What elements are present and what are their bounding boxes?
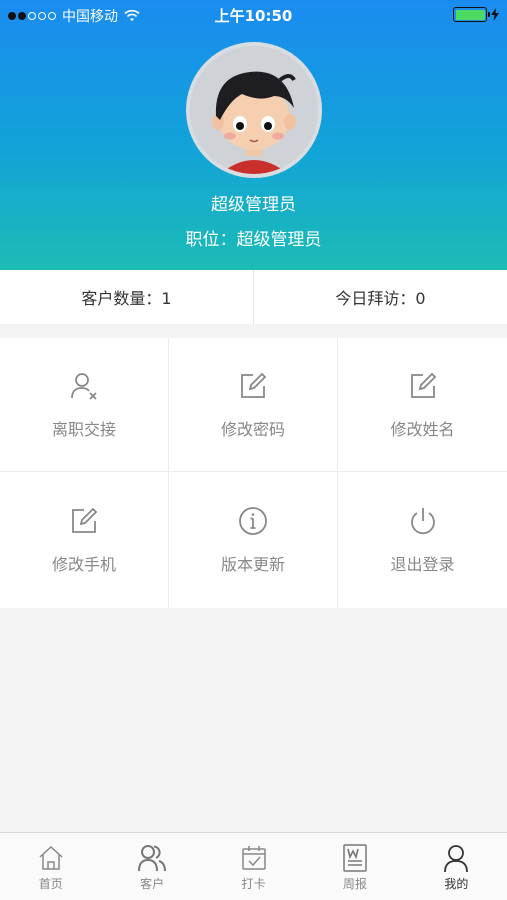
- user-remove-icon: [71, 372, 97, 400]
- edit-icon: [410, 372, 436, 398]
- weekly-report-icon: [343, 844, 367, 872]
- tab-label: 打卡: [241, 877, 266, 891]
- edit-icon: [72, 507, 98, 533]
- tab-label: 周报: [342, 877, 367, 891]
- status-bar: 中国移动 上午10:50: [0, 0, 507, 30]
- menu-label: 离职交接: [51, 419, 116, 439]
- tab-label: 我的: [444, 877, 469, 891]
- menu-label: 退出登录: [390, 555, 455, 574]
- tab-customers[interactable]: 客户: [101, 833, 202, 900]
- tab-label: 客户: [140, 877, 165, 891]
- cartoon-boy-avatar-icon: [190, 46, 318, 174]
- menu-label: 修改姓名: [390, 419, 455, 439]
- profile-header: 中国移动 上午10:50 超级管理员 职位：超级管理员: [0, 0, 507, 270]
- home-icon: [39, 845, 63, 870]
- avatar[interactable]: [186, 42, 322, 178]
- battery-icon: [453, 7, 490, 22]
- user-icon: [444, 845, 469, 873]
- charging-bolt-icon: [491, 8, 499, 21]
- info-icon: [239, 507, 267, 535]
- users-icon: [138, 845, 167, 872]
- tab-weekly-report[interactable]: 周报: [304, 833, 405, 900]
- user-name: 超级管理员: [211, 195, 296, 215]
- status-right: [453, 7, 499, 22]
- menu-change-password[interactable]: 修改密码: [169, 338, 338, 472]
- menu-resign-handover[interactable]: 离职交接: [0, 338, 169, 472]
- stats-bar: 客户数量：1 今日拜访：0: [0, 270, 507, 324]
- menu-change-phone[interactable]: 修改手机: [0, 472, 169, 608]
- power-icon: [410, 508, 435, 535]
- tab-label: 首页: [38, 877, 63, 891]
- menu-version-update[interactable]: 版本更新: [169, 472, 338, 608]
- customer-count-stat[interactable]: 客户数量：1: [0, 270, 253, 324]
- battery-level: [455, 9, 485, 20]
- menu-logout[interactable]: 退出登录: [338, 472, 507, 608]
- edit-icon: [241, 372, 267, 398]
- bottom-tab-bar: 首页 客户 打卡 周报 我的: [0, 832, 507, 900]
- today-visits-stat[interactable]: 今日拜访：0: [253, 270, 507, 324]
- status-time: 上午10:50: [214, 7, 293, 25]
- menu-label: 版本更新: [220, 555, 285, 574]
- user-position: 职位：超级管理员: [185, 230, 322, 250]
- menu-change-name[interactable]: 修改姓名: [338, 338, 507, 472]
- tab-checkin[interactable]: 打卡: [203, 833, 304, 900]
- tab-mine[interactable]: 我的: [406, 833, 507, 900]
- menu-label: 修改手机: [51, 555, 116, 574]
- menu-grid: 离职交接 修改密码 修改姓名 修改手机 版本更新 退出登录: [0, 338, 507, 608]
- calendar-check-icon: [241, 846, 266, 870]
- menu-label: 修改密码: [220, 419, 285, 439]
- tab-home[interactable]: 首页: [0, 833, 101, 900]
